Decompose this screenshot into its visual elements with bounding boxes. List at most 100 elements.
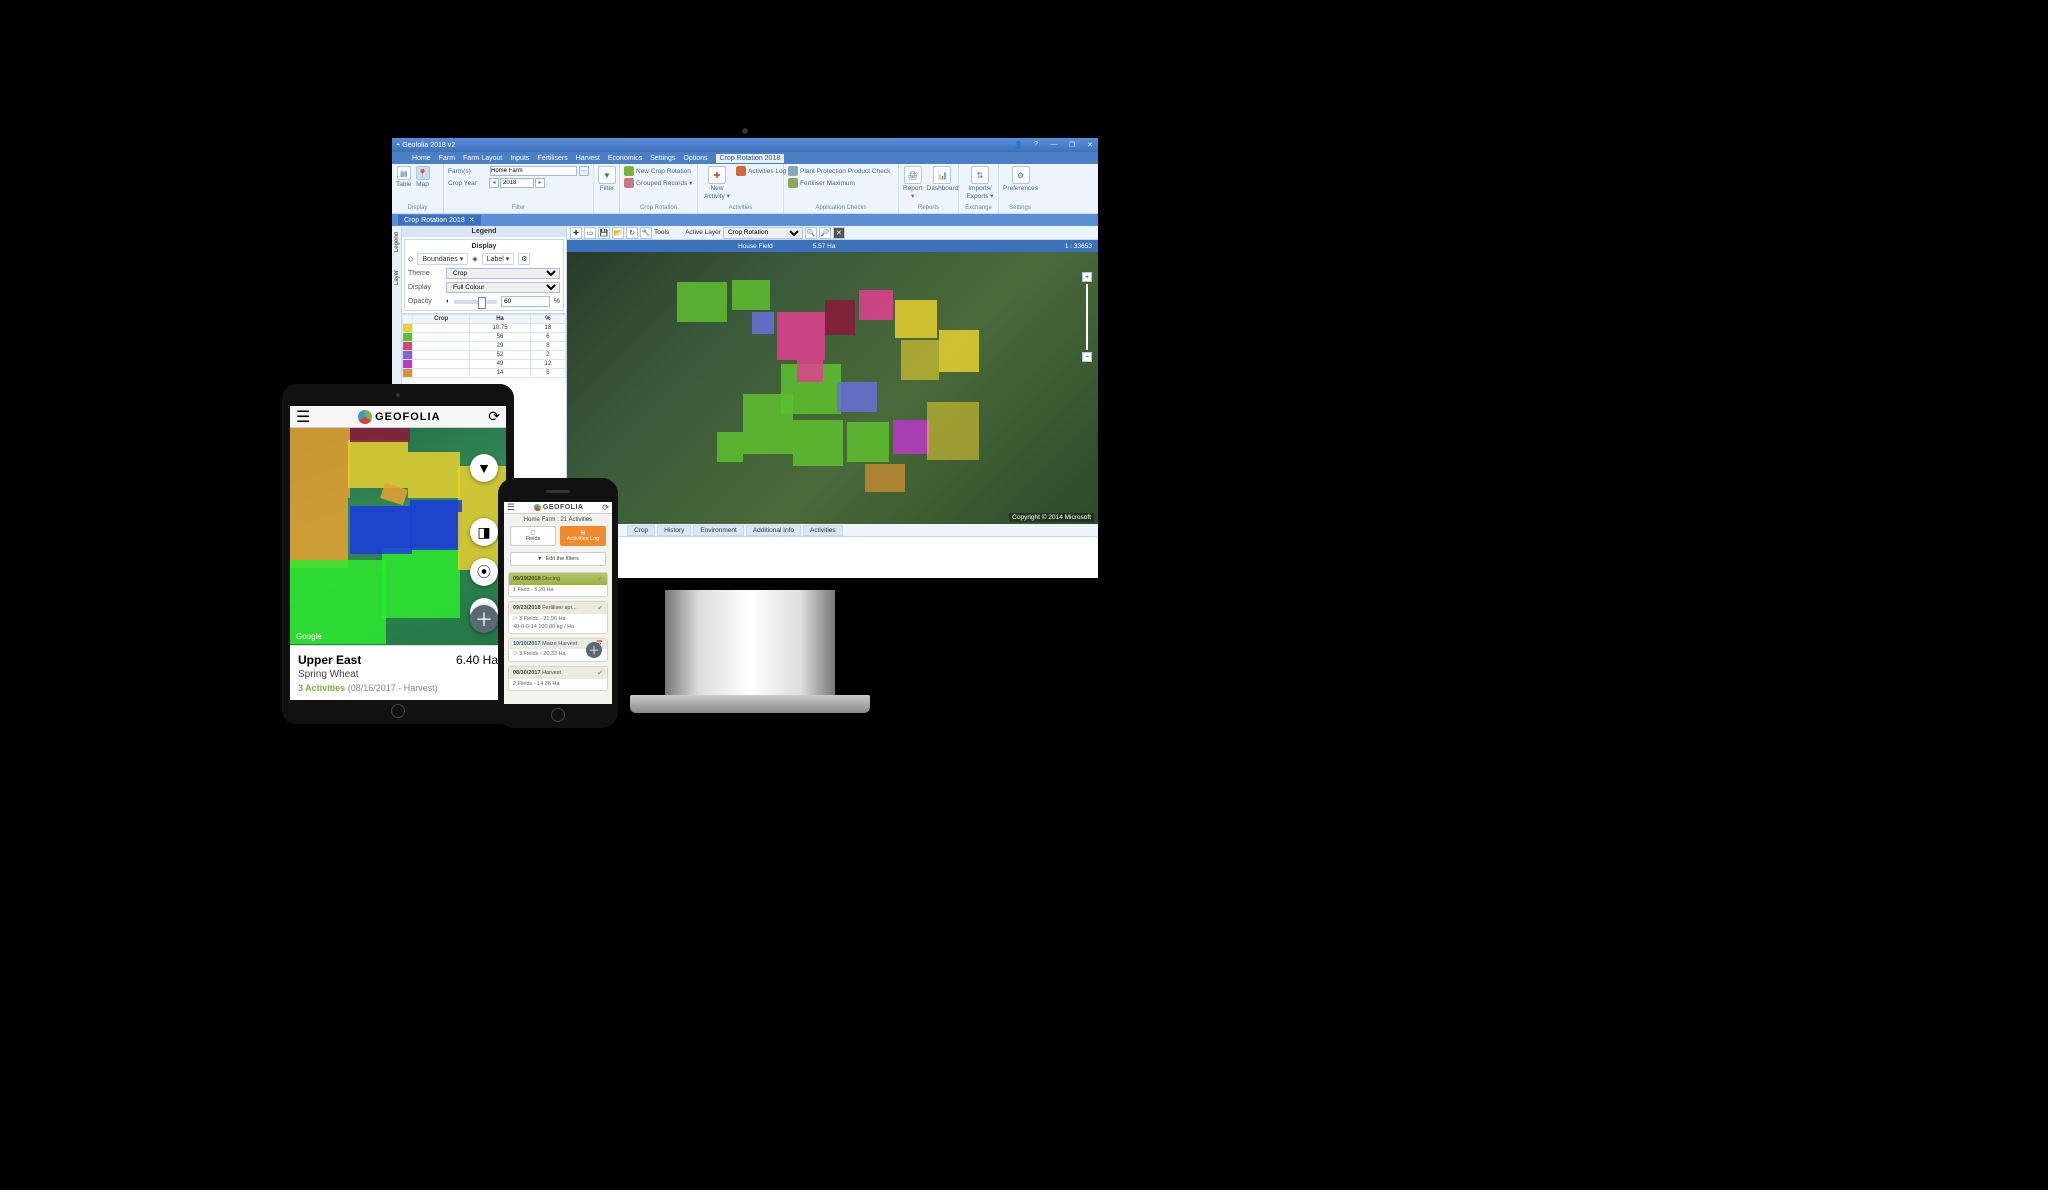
table-row[interactable]: 298 <box>403 342 566 351</box>
activity-card[interactable]: 09/23/2018 Fertiliser spr...✔ ⟳ 3 Fields… <box>508 601 608 634</box>
display-mode-select[interactable]: Full Colour <box>446 282 560 293</box>
map-tool-2[interactable]: ▭ <box>584 227 596 239</box>
document-tab[interactable]: Crop Rotation 2018✕ <box>398 215 481 225</box>
farm-subtitle: Home Farm : 21 Activities <box>504 514 612 526</box>
cropyear-label: Crop Year <box>448 180 488 187</box>
opacity-input[interactable] <box>501 296 550 307</box>
map-layers-button[interactable]: ◨ <box>470 518 498 546</box>
ppp-check-button[interactable]: Plant Protection Product Check <box>788 166 890 176</box>
dashboard-button[interactable]: 📊Dashboard <box>927 166 959 192</box>
new-activity-button[interactable]: ✚New Activity ▾ <box>702 166 732 200</box>
toggle-fields[interactable]: ▢Fields <box>510 526 556 546</box>
tools-label: Tools <box>654 229 669 236</box>
zoom-in-button[interactable]: + <box>1082 272 1092 282</box>
add-activity-button[interactable]: ＋ <box>586 642 602 658</box>
ribbon-toolbar: ▤Table 📍Map Display Farm(s)⋯ Crop Year◂▸… <box>392 164 1098 214</box>
fert-max-button[interactable]: Fertiliser Maximum <box>788 178 855 188</box>
imports-exports-button[interactable]: ⇅Imports/ Exports ▾ <box>963 166 997 200</box>
toggle-activities-log[interactable]: ▤Activities Log <box>560 526 606 546</box>
tab-additional[interactable]: Additional Info <box>746 525 801 536</box>
window-titlebar: ◓ Geofolia 2018 v2 👤 ? — ❐ ✕ <box>392 138 1098 152</box>
tablet-home-button[interactable] <box>391 704 405 718</box>
table-row[interactable]: 145 <box>403 369 566 378</box>
new-crop-rotation-button[interactable]: New Crop Rotation <box>624 166 691 176</box>
side-tab-legend[interactable]: Legend <box>394 232 400 252</box>
map-clear-icon[interactable]: ✕ <box>833 227 845 239</box>
menu-inputs[interactable]: Inputs <box>510 155 529 162</box>
field-info-card[interactable]: Upper East6.40 Ha Spring Wheat 3 Activit… <box>290 645 506 700</box>
tab-crop[interactable]: Crop <box>627 525 655 536</box>
tablet-map[interactable]: ▼ ◨ ⦿ ◎ ＋ Google <box>290 428 506 645</box>
menu-harvest[interactable]: Harvest <box>576 155 600 162</box>
map-tool-1[interactable]: ✚ <box>570 227 582 239</box>
year-prev-button[interactable]: ◂ <box>489 178 499 188</box>
side-tab-layer[interactable]: Layer <box>394 270 400 285</box>
map-search-icon[interactable]: 🔍 <box>805 227 817 239</box>
close-icon[interactable]: ✕ <box>1086 141 1094 149</box>
map-locate-button[interactable]: ⦿ <box>470 558 498 586</box>
menu-farm[interactable]: Farm <box>439 155 455 162</box>
menu-farm-layout[interactable]: Farm Layout <box>463 155 502 162</box>
activity-card[interactable]: 10/10/2017 Maize Harvest📅 ⟳ 3 Fields - 2… <box>508 638 608 661</box>
menu-economics[interactable]: Economics <box>608 155 642 162</box>
map-zoom-icon[interactable]: 🔎 <box>819 227 831 239</box>
farms-label: Farm(s) <box>448 168 488 175</box>
satellite-map[interactable]: Copyright © 2014 Microsoft + − <box>567 252 1098 524</box>
activities-list[interactable]: 09/19/2018 Discing✔ 1 Field - 5.20 Ha 09… <box>504 568 612 704</box>
zoom-out-button[interactable]: − <box>1082 352 1092 362</box>
menu-crop-rotation[interactable]: Crop Rotation 2018 <box>716 154 785 163</box>
menu-icon[interactable]: ☰ <box>507 502 515 513</box>
filter-button[interactable]: ▼Filter <box>598 166 616 192</box>
display-map-button[interactable]: 📍Map <box>416 166 430 188</box>
edit-filters-button[interactable]: ▼ Edit the filters <box>510 552 606 566</box>
active-layer-select[interactable]: Crop Rotation <box>723 227 803 239</box>
user-icon[interactable]: 👤 <box>1014 141 1022 149</box>
activity-card[interactable]: 09/19/2018 Discing✔ 1 Field - 5.20 Ha <box>508 572 608 597</box>
menu-home[interactable]: Home <box>412 155 431 162</box>
tab-environment[interactable]: Environment <box>693 525 744 536</box>
tab-activities[interactable]: Activities <box>803 525 843 536</box>
opacity-slider[interactable] <box>454 300 497 304</box>
display-settings-icon[interactable]: ⚙ <box>518 253 530 265</box>
table-row[interactable]: 566 <box>403 333 566 342</box>
tab-history[interactable]: History <box>657 525 691 536</box>
map-tool-save[interactable]: 💾 <box>598 227 610 239</box>
display-table-button[interactable]: ▤Table <box>396 166 412 188</box>
minimize-icon[interactable]: — <box>1050 141 1058 149</box>
label-dropdown[interactable]: Label ▾ <box>482 253 515 265</box>
theme-select[interactable]: Crop <box>446 268 560 279</box>
grouped-records-button[interactable]: Grouped Records ▾ <box>624 178 692 188</box>
active-layer-label: Active Layer <box>685 229 721 236</box>
activity-card[interactable]: 08/30/2017 Harvest✔ 2 Fields - 14.36 Ha <box>508 666 608 691</box>
preferences-button[interactable]: ⚙Preferences <box>1003 166 1038 192</box>
menu-icon[interactable]: ☰ <box>296 407 310 427</box>
add-button[interactable]: ＋ <box>470 605 498 633</box>
phone-home-button[interactable] <box>551 708 565 722</box>
ribbon-group-exchange: Exchange <box>963 204 994 211</box>
help-icon[interactable]: ? <box>1032 141 1040 149</box>
year-next-button[interactable]: ▸ <box>535 178 545 188</box>
opacity-icon: ◐ <box>446 298 450 305</box>
map-filter-button[interactable]: ▼ <box>470 454 498 482</box>
monitor-stand <box>665 590 835 710</box>
map-tool-open[interactable]: 📂 <box>612 227 624 239</box>
map-tool-wrench[interactable]: 🔧 <box>640 227 652 239</box>
menu-settings[interactable]: Settings <box>650 155 675 162</box>
refresh-icon[interactable]: ⟳ <box>488 408 500 425</box>
menu-options[interactable]: Options <box>683 155 707 162</box>
menu-fertilisers[interactable]: Fertilisers <box>537 155 567 162</box>
refresh-icon[interactable]: ⟳ <box>602 503 609 512</box>
maximize-icon[interactable]: ❐ <box>1068 141 1076 149</box>
boundaries-dropdown[interactable]: Boundaries ▾ <box>417 253 468 265</box>
map-toolbar: ✚ ▭ 💾 📂 ↻ 🔧 Tools Active Layer Crop Rota… <box>567 226 1098 240</box>
activities-log-button[interactable]: Activities Log <box>736 166 786 176</box>
tab-close-icon[interactable]: ✕ <box>469 216 475 224</box>
table-row[interactable]: 10.7518 <box>403 324 566 333</box>
map-tool-refresh[interactable]: ↻ <box>626 227 638 239</box>
table-row[interactable]: 4912 <box>403 360 566 369</box>
detail-pane <box>567 536 1098 578</box>
cropyear-input[interactable] <box>500 178 534 188</box>
table-row[interactable]: 522 <box>403 351 566 360</box>
farms-select[interactable] <box>490 166 577 176</box>
report-button[interactable]: 🖨Report ▾ <box>903 166 923 200</box>
